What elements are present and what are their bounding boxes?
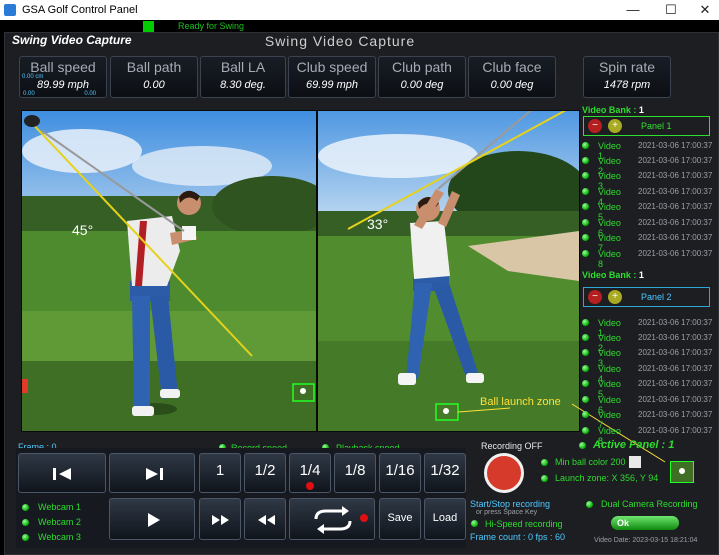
speed-button-1-8[interactable]: 1/8 bbox=[334, 453, 376, 493]
video-status-led bbox=[582, 334, 589, 341]
ok-button[interactable]: Ok bbox=[611, 516, 679, 530]
video-date: 2021-03-06 17:00:37 bbox=[638, 187, 713, 196]
fast-forward-button[interactable] bbox=[199, 498, 241, 540]
rewind-icon bbox=[258, 515, 275, 525]
video-date: 2021-03-06 17:00:37 bbox=[638, 233, 713, 242]
video-status-led bbox=[582, 349, 589, 356]
speed-button-1-2[interactable]: 1/2 bbox=[244, 453, 286, 493]
ball-marker bbox=[679, 468, 685, 474]
video-status-led bbox=[582, 380, 589, 387]
video-date: 2021-03-06 17:00:37 bbox=[638, 348, 713, 357]
speed-selected-indicator bbox=[306, 482, 314, 490]
panel-selector-2[interactable]: − + Panel 2 bbox=[583, 287, 710, 307]
video-date: 2021-03-06 17:00:37 bbox=[638, 156, 713, 165]
video-bank-header-1: Video Bank : 1 bbox=[582, 105, 644, 115]
video-status-led bbox=[582, 396, 589, 403]
video-status-led bbox=[582, 142, 589, 149]
video-date: 2021-03-06 17:00:37 bbox=[638, 364, 713, 373]
video-status-led bbox=[582, 365, 589, 372]
active-panel-label: Active Panel : 1 bbox=[593, 439, 675, 451]
video-status-led bbox=[582, 172, 589, 179]
add-video-button[interactable]: + bbox=[608, 119, 622, 133]
min-ball-color-label: Min ball color 200 bbox=[555, 457, 626, 467]
video-status-led bbox=[582, 234, 589, 241]
video-name: Video 8 bbox=[598, 249, 621, 269]
start-stop-recording-label: Start/Stop recording bbox=[470, 499, 551, 509]
webcam-1-led bbox=[22, 504, 29, 511]
active-panel-led bbox=[579, 442, 586, 449]
video-status-led bbox=[582, 219, 589, 226]
remove-video-button[interactable]: − bbox=[588, 290, 602, 304]
panel-selector-1[interactable]: − + Panel 1 bbox=[583, 116, 710, 136]
hi-speed-led bbox=[471, 520, 478, 527]
video-date: 2021-03-06 17:00:37 bbox=[638, 333, 713, 342]
play-icon bbox=[148, 513, 160, 527]
video-status-led bbox=[582, 188, 589, 195]
video-status-led bbox=[582, 411, 589, 418]
panel-label: Panel 1 bbox=[641, 121, 672, 131]
webcam-2-led bbox=[22, 519, 29, 526]
video-date: 2021-03-06 17:00:37 bbox=[638, 318, 713, 327]
video-date-label: Video Date: 2023-03-15 18:21:04 bbox=[594, 537, 698, 544]
loop-active-indicator bbox=[360, 514, 368, 522]
remove-video-button[interactable]: − bbox=[588, 119, 602, 133]
video-date: 2021-03-06 17:00:37 bbox=[638, 379, 713, 388]
save-button[interactable]: Save bbox=[379, 498, 421, 540]
load-button[interactable]: Load bbox=[424, 498, 466, 540]
video-date: 2021-03-06 17:00:37 bbox=[638, 202, 713, 211]
skip-start-icon bbox=[53, 468, 71, 480]
launch-zone-led bbox=[541, 475, 548, 482]
frame-count-label: Frame count : 0 fps : 60 bbox=[470, 532, 566, 542]
webcam-3-led bbox=[22, 534, 29, 541]
skip-end-icon bbox=[146, 468, 163, 480]
dual-camera-led bbox=[586, 501, 593, 508]
video-status-led bbox=[582, 203, 589, 210]
panel-label: Panel 2 bbox=[641, 292, 672, 302]
fast-forward-icon bbox=[212, 515, 229, 525]
video-date: 2021-03-06 17:00:37 bbox=[638, 426, 713, 435]
video-date: 2021-03-06 17:00:37 bbox=[638, 249, 713, 258]
speed-button-1[interactable]: 1 bbox=[199, 453, 241, 493]
webcam-3-option[interactable]: Webcam 3 bbox=[38, 532, 81, 542]
skip-to-start-button[interactable] bbox=[18, 453, 106, 493]
min-ball-color-led bbox=[541, 459, 548, 466]
video-status-led bbox=[582, 427, 589, 434]
add-video-button[interactable]: + bbox=[608, 290, 622, 304]
video-date: 2021-03-06 17:00:37 bbox=[638, 218, 713, 227]
speed-button-1-16[interactable]: 1/16 bbox=[379, 453, 421, 493]
video-date: 2021-03-06 17:00:37 bbox=[638, 141, 713, 150]
video-date: 2021-03-06 17:00:37 bbox=[638, 410, 713, 419]
video-status-led bbox=[582, 250, 589, 257]
video-date: 2021-03-06 17:00:37 bbox=[638, 171, 713, 180]
video-status-led bbox=[582, 319, 589, 326]
launch-zone-preview bbox=[670, 461, 694, 483]
play-button[interactable] bbox=[109, 498, 195, 540]
recording-status: Recording OFF bbox=[481, 441, 543, 451]
webcam-1-option[interactable]: Webcam 1 bbox=[38, 502, 81, 512]
speed-button-1-32[interactable]: 1/32 bbox=[424, 453, 466, 493]
launch-zone-readout: Launch zone: X 356, Y 94 bbox=[555, 473, 659, 483]
press-space-label: or press Space Key bbox=[476, 509, 538, 516]
hi-speed-recording-option[interactable]: Hi-Speed recording bbox=[485, 519, 563, 529]
dual-camera-recording-option[interactable]: Dual Camera Recording bbox=[601, 499, 698, 509]
video-date: 2021-03-06 17:00:37 bbox=[638, 395, 713, 404]
skip-to-end-button[interactable] bbox=[109, 453, 195, 493]
rewind-button[interactable] bbox=[244, 498, 286, 540]
video-status-led bbox=[582, 157, 589, 164]
webcam-2-option[interactable]: Webcam 2 bbox=[38, 517, 81, 527]
ball-color-swatch[interactable] bbox=[629, 456, 641, 468]
video-bank-header-2: Video Bank : 1 bbox=[582, 270, 644, 280]
record-button[interactable] bbox=[484, 453, 524, 493]
